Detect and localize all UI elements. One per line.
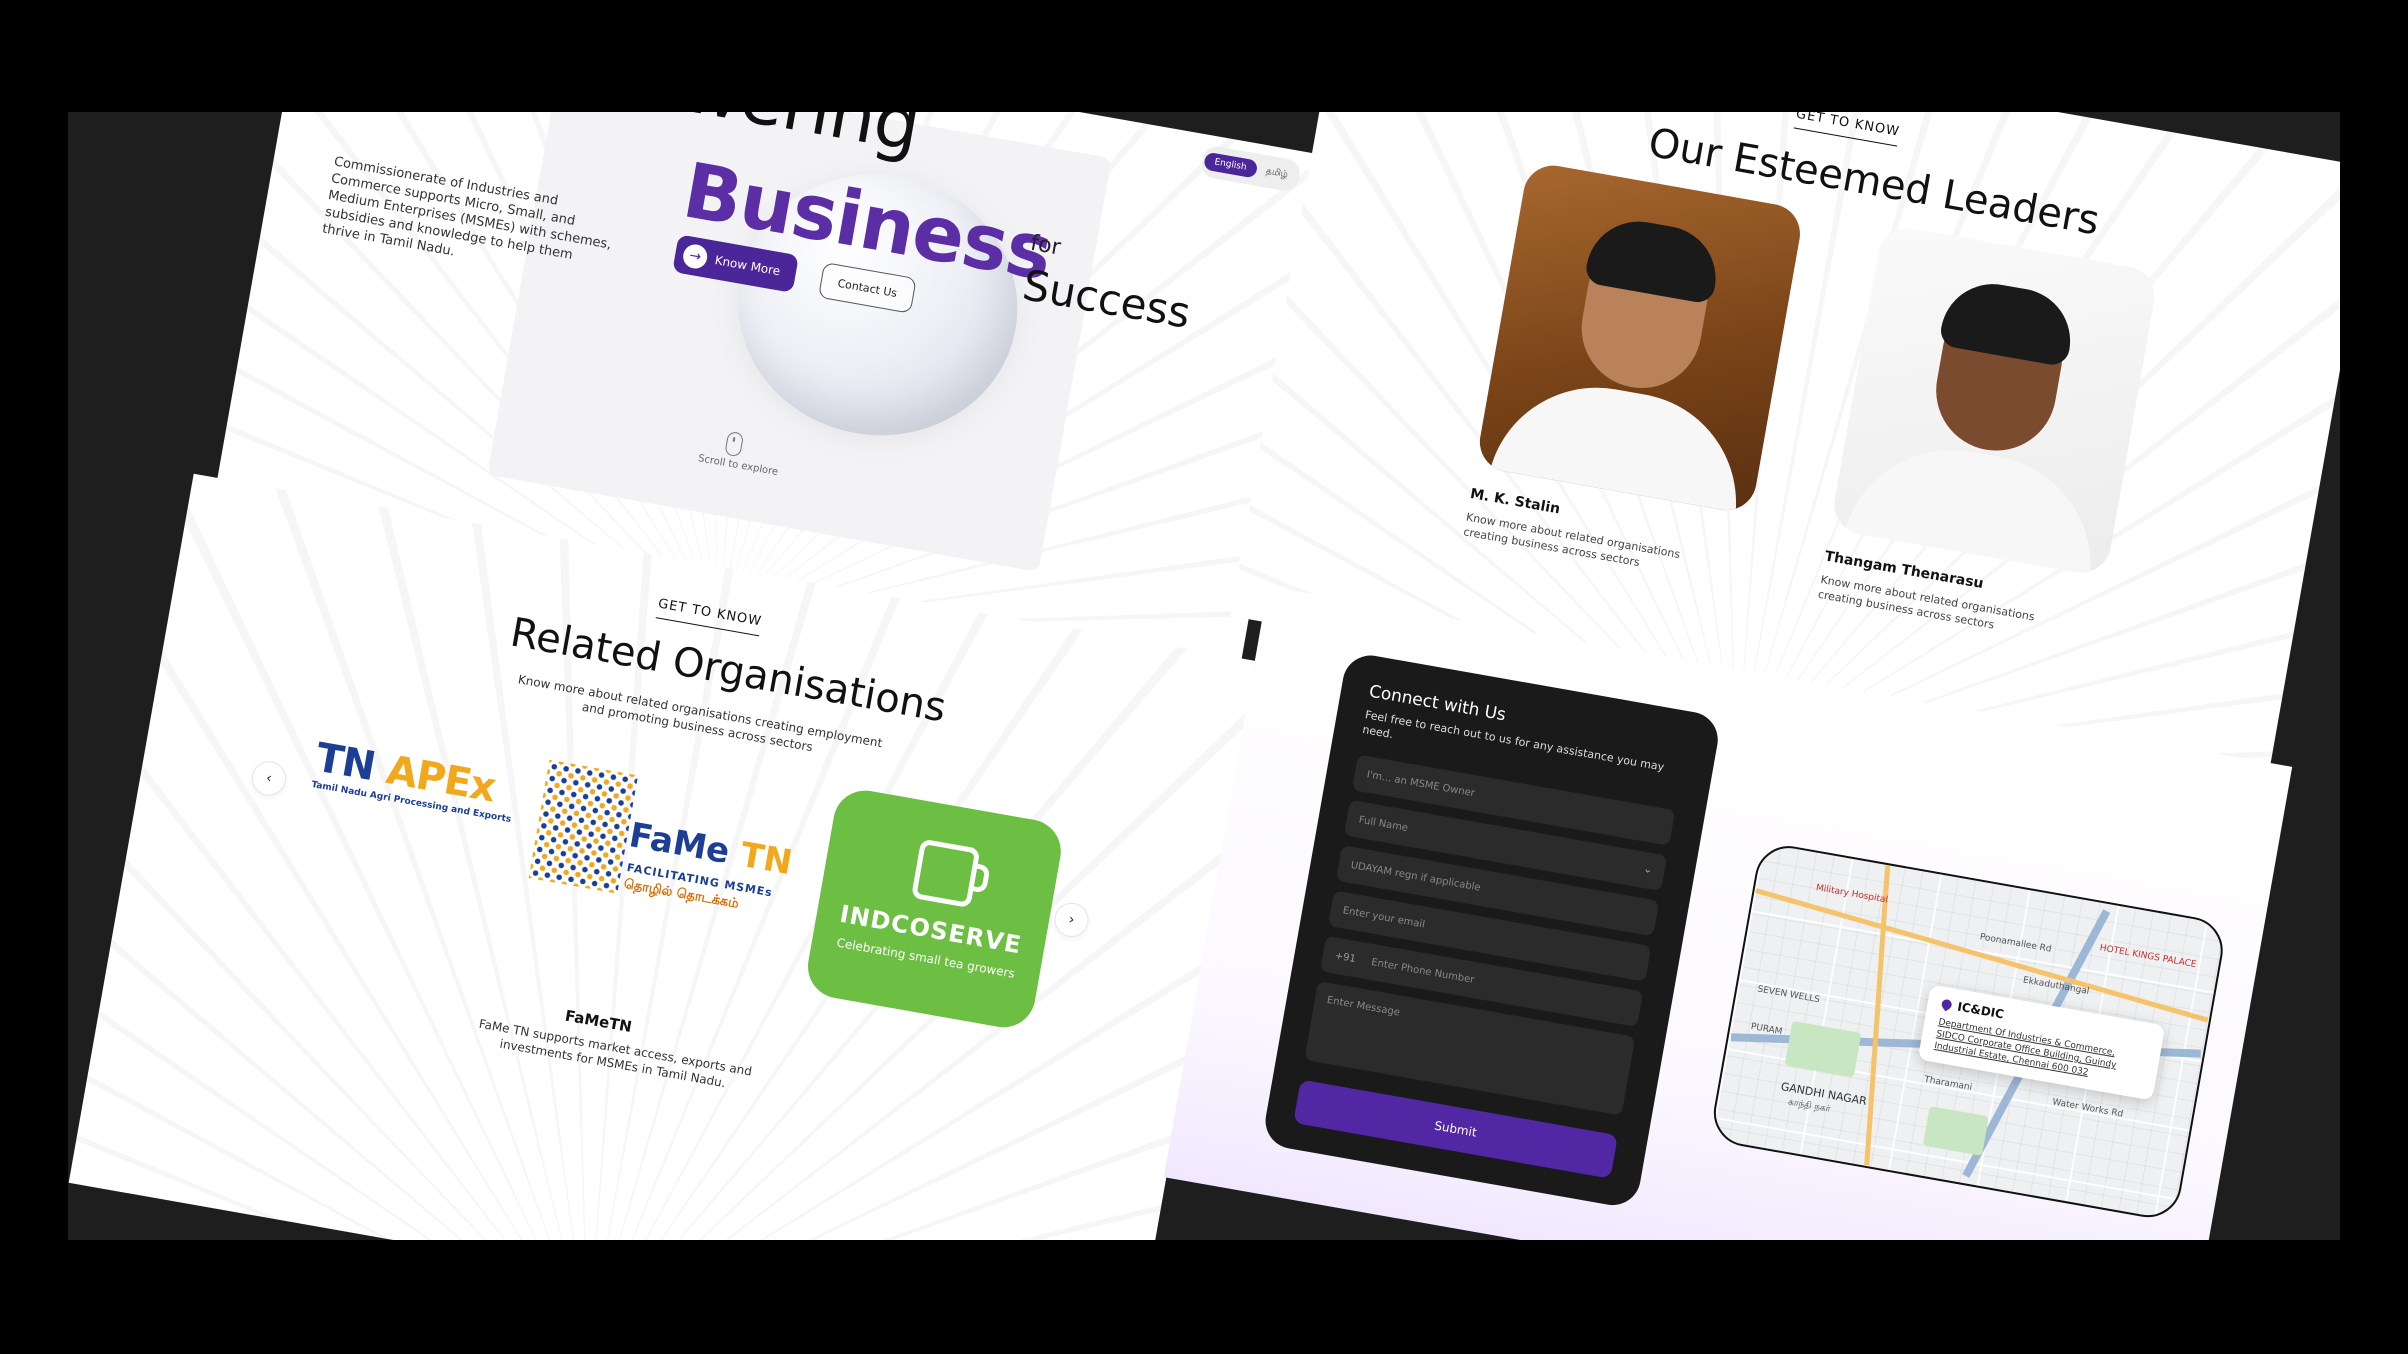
phone-placeholder: Enter Phone Number (1370, 956, 1476, 986)
leaders-eyebrow: GET TO KNOW (1793, 112, 1901, 147)
leader-subtitle: Know more about related organisations cr… (1462, 510, 1682, 570)
fametn-logo-part-b: TN (737, 834, 796, 884)
leader-photo-thenarasu[interactable] (1829, 223, 2160, 578)
udyam-placeholder: UDAYAM regn if applicable (1349, 859, 1482, 894)
map-label: Military Hospital (1815, 883, 1889, 906)
location-pin-icon (1939, 997, 1954, 1012)
hero-heading-for: for (1028, 230, 1063, 261)
shirt-shape (1842, 432, 2109, 578)
map-park (1784, 1020, 1862, 1078)
leader-photo-stalin[interactable] (1475, 160, 1805, 515)
know-more-label: Know More (713, 253, 782, 279)
role-placeholder: I'm... an MSME Owner (1365, 768, 1476, 799)
email-placeholder: Enter your email (1341, 904, 1426, 931)
chevron-right-icon: › (1067, 911, 1076, 929)
popup-title: IC&DIC (1956, 999, 2005, 1022)
country-code: +91 (1333, 950, 1357, 965)
map-road (1864, 865, 1891, 1166)
full-name-placeholder: Full Name (1357, 814, 1409, 834)
chevron-down-icon: ⌄ (1642, 861, 1654, 877)
chevron-left-icon: ‹ (264, 770, 274, 787)
arrow-right-icon: → (681, 242, 710, 271)
tnapex-logo[interactable]: TN APEx Tamil Nadu Agri Processing and E… (311, 735, 520, 825)
indcoserve-logo[interactable]: INDCOSERVE Celebrating small tea growers (802, 785, 1066, 1033)
shirt-shape (1488, 370, 1754, 515)
map-label: Water Works Rd (2051, 1097, 2124, 1120)
lang-tamil[interactable]: தமிழ் (1255, 160, 1300, 186)
lang-english[interactable]: English (1203, 151, 1258, 179)
map-label: Tharamani (1923, 1074, 1973, 1094)
map-label: SEVEN WELLS (1756, 984, 1821, 1006)
contact-form: Connect with Us Feel free to reach out t… (1261, 651, 1723, 1210)
language-toggle[interactable]: English தமிழ் (1199, 144, 1303, 194)
carousel-next-button[interactable]: › (1051, 900, 1092, 940)
map-label: Poonamallee Rd (1978, 932, 2053, 955)
teacup-icon (910, 838, 981, 909)
map-label: HOTEL KINGS PALACE (2098, 943, 2198, 971)
message-placeholder: Enter Message (1326, 994, 1401, 1019)
showcase-frame: Empowering Business for Success Commissi… (68, 112, 2340, 1240)
location-map[interactable]: Military Hospital HOTEL KINGS PALACE Poo… (1708, 840, 2229, 1223)
organisations-eyebrow: GET TO KNOW (655, 596, 763, 637)
map-park (1922, 1106, 1989, 1156)
carousel-prev-button[interactable]: ‹ (249, 758, 289, 799)
dot-map-icon (528, 759, 639, 894)
fametn-logo[interactable]: FaMe TN FACILITATING MSMEs தொழில் தொடக்க… (525, 759, 805, 943)
